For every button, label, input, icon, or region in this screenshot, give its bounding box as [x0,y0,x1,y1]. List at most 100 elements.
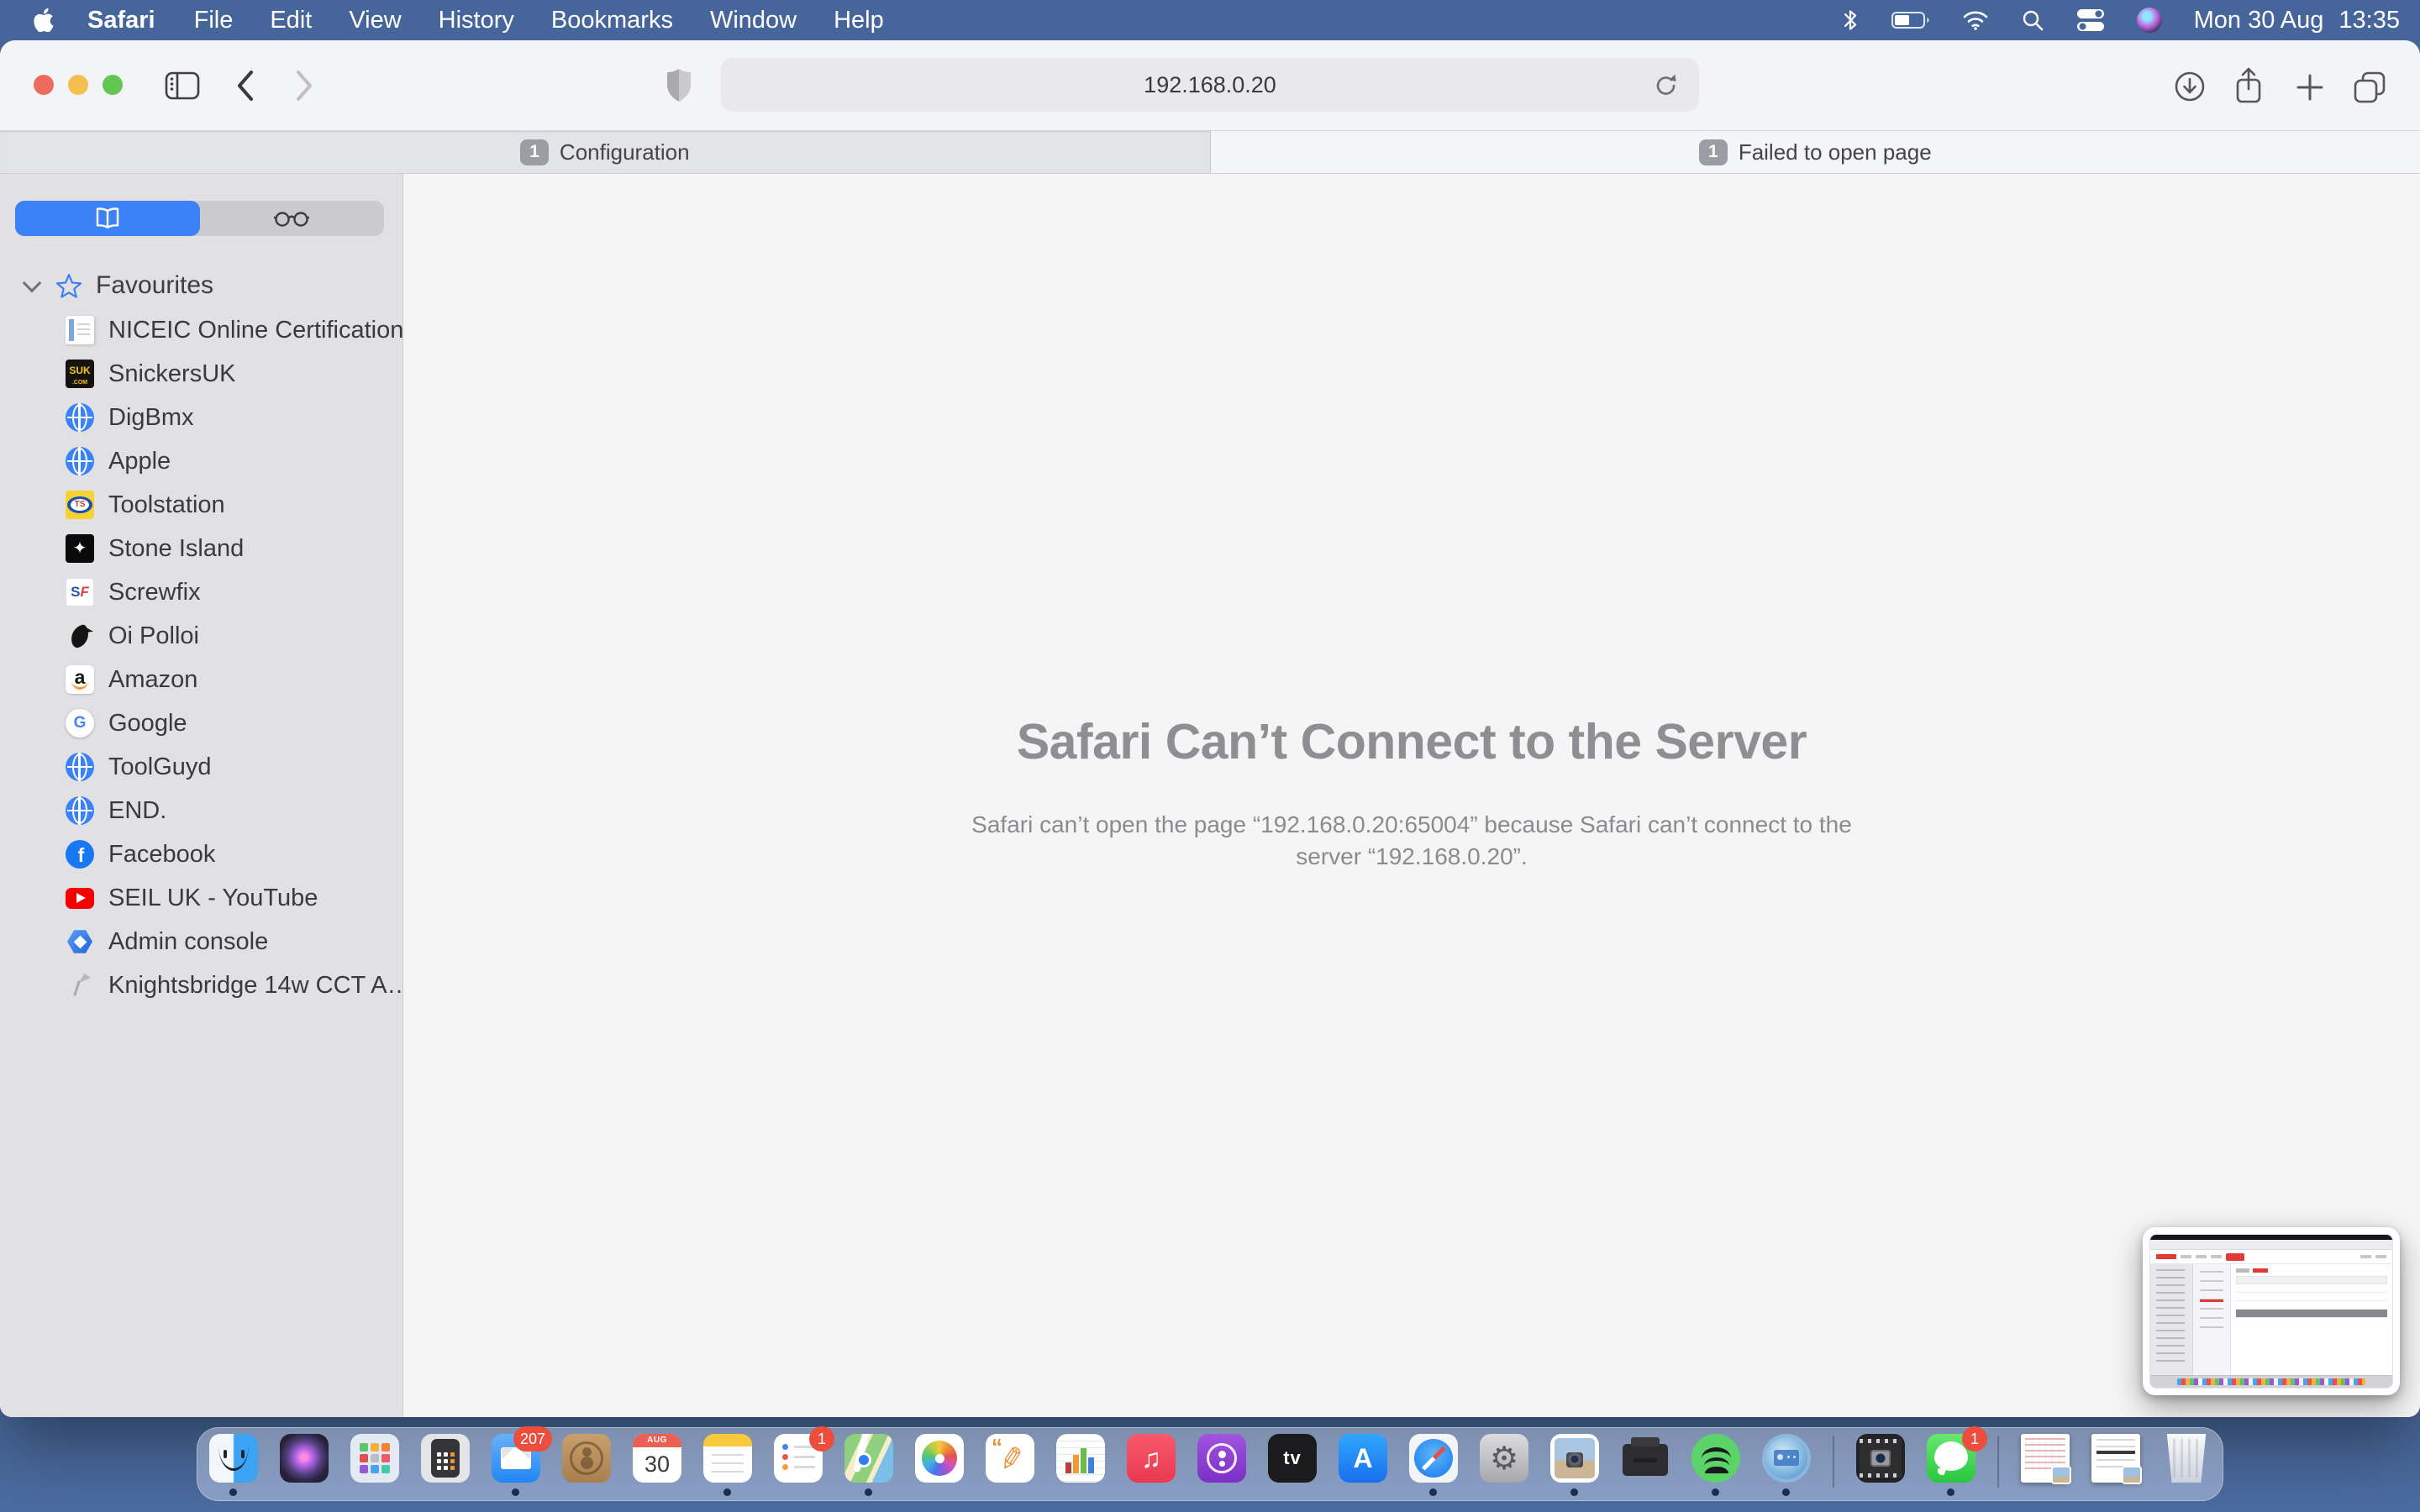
dock-item-trash[interactable] [2162,1434,2211,1483]
dock-item-siri[interactable] [280,1434,329,1483]
siri-icon[interactable] [2137,8,2162,33]
wifi-icon[interactable] [1962,9,1989,31]
bookmark-label: ToolGuyd [108,753,212,781]
dock-item-music[interactable] [1127,1434,1176,1483]
bookmark-item[interactable]: Admin console [0,920,402,963]
bookmark-label: Oi Polloi [108,622,199,650]
dock-item-spotify[interactable] [1691,1434,1740,1483]
bookmark-item[interactable]: Screwfix [0,570,402,614]
favourites-section-header[interactable]: Favourites [24,271,402,300]
bookmark-item[interactable]: Facebook [0,832,402,876]
dock-item-tv[interactable] [1268,1434,1317,1483]
bookmark-item[interactable]: NICEIC Online Certification [0,308,402,352]
dock-app-icon [1056,1434,1105,1483]
dock-item-finder[interactable] [209,1434,258,1483]
bookmarks-tab-button[interactable] [15,201,200,236]
bookmark-item[interactable]: END. [0,789,402,832]
share-button[interactable] [2232,66,2265,105]
menu-item[interactable]: Window [710,7,797,34]
bookmark-label: NICEIC Online Certification [108,317,402,344]
running-indicator [723,1488,731,1496]
dock-item-settings[interactable] [1480,1434,1528,1483]
menu-item[interactable]: History [439,7,514,34]
dock-app-icon [986,1434,1034,1483]
bluetooth-icon[interactable] [1841,8,1860,33]
bookmark-item[interactable]: Google [0,701,402,745]
reading-list-tab-button[interactable] [200,201,385,236]
dock-item-doc-spreadsheet[interactable] [2021,1434,2070,1483]
menu-item[interactable]: Help [834,7,884,34]
screenshot-preview-image [2149,1234,2393,1389]
dock-item-contacts[interactable] [562,1434,611,1483]
bookmark-item[interactable]: Apple [0,439,402,483]
address-bar[interactable]: 192.168.0.20 [721,58,1699,112]
dock-item-podcasts[interactable] [1197,1434,1246,1483]
forward-button[interactable] [294,69,314,102]
dock-item-messages[interactable]: 1 [1927,1434,1975,1483]
bookmark-favicon [66,665,94,694]
dock-item-calendar[interactable]: AUG 30 [633,1434,681,1483]
menu-bar-clock[interactable]: Mon 30 Aug 13:35 [2194,7,2400,34]
dock-item-camera[interactable] [1856,1434,1905,1483]
dock-item-photobooth[interactable] [1550,1434,1599,1483]
reload-button[interactable] [1647,71,1686,101]
zoom-window-button[interactable] [103,75,123,95]
dock-item-pages[interactable] [986,1434,1034,1483]
dock-item-safari[interactable] [1409,1434,1458,1483]
apple-menu-icon[interactable] [34,8,54,32]
bookmark-favicon [66,622,94,650]
tab[interactable]: 1 Failed to open page [1210,131,2420,173]
bookmark-item[interactable]: DigBmx [0,396,402,439]
tab-overview-button[interactable] [2352,71,2387,104]
dock-app-icon [2162,1434,2211,1483]
bookmark-item[interactable]: ToolGuyd [0,745,402,789]
dock-item-appstore[interactable] [1339,1434,1387,1483]
running-indicator [1570,1488,1578,1496]
dock-item-calculator[interactable] [421,1434,470,1483]
close-window-button[interactable] [34,75,54,95]
dock-item-doc-invoice[interactable] [2091,1434,2140,1483]
favourites-list: NICEIC Online Certification SnickersUK D… [0,308,402,1007]
dock-item-mail[interactable]: 207 [492,1434,540,1483]
dock-app-icon [844,1434,893,1483]
new-tab-button[interactable] [2295,72,2325,102]
chevron-down-icon[interactable] [23,274,42,293]
bookmark-item[interactable]: SEIL UK - YouTube [0,876,402,920]
app-menu-safari[interactable]: Safari [87,7,155,34]
dock-app-icon [1339,1434,1387,1483]
privacy-shield-icon[interactable] [666,68,692,103]
pip-camera-table [2231,1264,2392,1375]
bookmark-item[interactable]: Oi Polloi [0,614,402,658]
dock-item-viewer[interactable] [1762,1434,1811,1483]
back-button[interactable] [235,69,255,102]
star-icon [55,273,82,299]
dock-item-printer[interactable] [1621,1434,1670,1483]
screenshot-preview-thumbnail[interactable] [2143,1227,2400,1395]
dock-item-separator[interactable] [1833,1436,1834,1488]
bookmark-item[interactable]: Knightsbridge 14w CCT A… [0,963,402,1007]
dock-item-separator[interactable] [1997,1436,1999,1488]
bookmark-item[interactable]: Toolstation [0,483,402,527]
menu-item[interactable]: File [194,7,234,34]
menu-item[interactable]: Bookmarks [551,7,673,34]
menu-item[interactable]: View [349,7,401,34]
dock-item-numbers[interactable] [1056,1434,1105,1483]
bookmark-item[interactable]: Amazon [0,658,402,701]
sidebar-toggle-button[interactable] [165,71,200,100]
dock-item-maps[interactable] [844,1434,893,1483]
downloads-button[interactable] [2173,70,2207,103]
dock-item-photos[interactable] [915,1434,964,1483]
minimize-window-button[interactable] [68,75,88,95]
battery-icon[interactable] [1891,10,1930,30]
tab[interactable]: 1 Configuration [0,131,1210,173]
bookmark-item[interactable]: Stone Island [0,527,402,570]
dock-item-launchpad[interactable] [350,1434,399,1483]
bookmark-item[interactable]: SnickersUK [0,352,402,396]
dock-item-notes[interactable] [703,1434,752,1483]
control-center-icon[interactable] [2076,8,2105,33]
spotlight-search-icon[interactable] [2021,8,2044,32]
dock-app-icon [209,1434,258,1483]
dock-item-reminders[interactable]: 1 [774,1434,823,1483]
dock-app-icon [562,1434,611,1483]
menu-item[interactable]: Edit [270,7,312,34]
